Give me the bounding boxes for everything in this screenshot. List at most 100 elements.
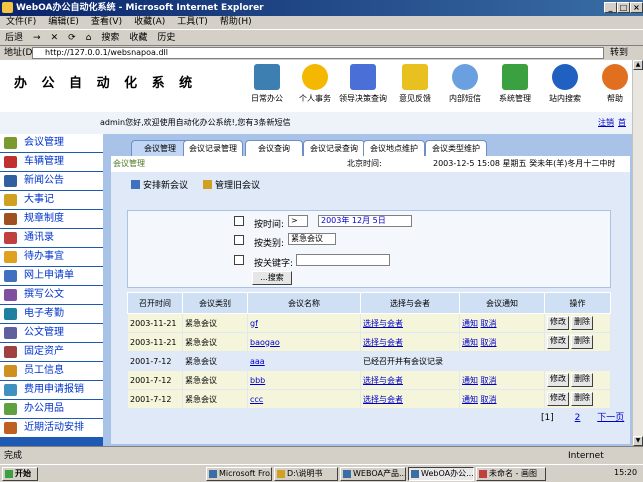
sidebar-item-activities[interactable]: 近期活动安排	[0, 419, 103, 437]
time-checkbox[interactable]	[234, 216, 244, 226]
task-explorer[interactable]: D:\说明书	[274, 467, 338, 481]
sidebar-item-expense[interactable]: 费用申请报销	[0, 381, 103, 399]
sidebar-item-events[interactable]: 大事记	[0, 191, 103, 209]
cancel-link[interactable]: 取消	[481, 376, 497, 385]
search-button[interactable]: ...搜索	[252, 271, 292, 285]
close-button[interactable]: ×	[630, 2, 643, 13]
manage-old-action[interactable]: 管理旧会议	[203, 178, 260, 191]
delete-button[interactable]: 删除	[571, 316, 593, 330]
refresh-button[interactable]: ⟳	[63, 30, 81, 46]
sidebar-item-doc-manage[interactable]: 公文管理	[0, 324, 103, 342]
notify-link[interactable]: 通知	[462, 319, 478, 328]
minimize-button[interactable]: _	[604, 2, 617, 13]
nav-daily-office[interactable]: 日常办公	[243, 64, 291, 104]
history-button[interactable]: 历史	[152, 30, 180, 46]
sidebar-item-meeting[interactable]: 会议管理	[0, 134, 103, 152]
menu-bar: 文件(F) 编辑(E) 查看(V) 收藏(A) 工具(T) 帮助(H)	[0, 16, 643, 29]
cell-name-link[interactable]: baogao	[247, 332, 361, 352]
scroll-down-icon[interactable]: ▼	[633, 436, 643, 446]
home-button[interactable]: ⌂	[81, 30, 97, 46]
sidebar-item-todo[interactable]: 待办事宜	[0, 248, 103, 266]
calendar-icon	[4, 422, 17, 434]
tab-type[interactable]: 会议类型维护	[425, 140, 487, 156]
cell-name-link[interactable]: bbb	[247, 370, 361, 390]
nav-leader-query[interactable]: 领导决策查询	[339, 64, 387, 104]
nav-messages[interactable]: 内部短信	[441, 64, 489, 104]
delete-button[interactable]: 删除	[571, 335, 593, 349]
person-icon	[302, 64, 328, 90]
select-attendees-link[interactable]: 选择与会者	[360, 370, 460, 390]
sidebar-item-rules[interactable]: 规章制度	[0, 210, 103, 228]
task-frontpage[interactable]: Microsoft Fro...	[206, 467, 272, 481]
notify-link[interactable]: 通知	[462, 376, 478, 385]
task-weboa-active[interactable]: WebOA办公...	[408, 467, 474, 481]
tab-location[interactable]: 会议地点维护	[363, 140, 425, 156]
nav-personal[interactable]: 个人事务	[291, 64, 339, 104]
edit-button[interactable]: 修改	[547, 373, 569, 387]
keyword-checkbox[interactable]	[234, 255, 244, 265]
task-paint[interactable]: 未命名 - 画图	[476, 467, 546, 481]
menu-file[interactable]: 文件(F)	[0, 16, 42, 29]
sidebar-item-attendance[interactable]: 电子考勤	[0, 305, 103, 323]
type-checkbox[interactable]	[234, 235, 244, 245]
menu-favorites[interactable]: 收藏(A)	[128, 16, 171, 29]
address-input[interactable]: http://127.0.0.1/websnapoa.dll	[32, 47, 604, 59]
sidebar-item-apply[interactable]: 网上申请单	[0, 267, 103, 285]
type-select[interactable]: 紧急会议	[288, 233, 336, 245]
menu-edit[interactable]: 编辑(E)	[42, 16, 85, 29]
delete-button[interactable]: 删除	[571, 392, 593, 406]
delete-button[interactable]: 删除	[571, 373, 593, 387]
date-picker[interactable]: 2003年 12月 5日	[318, 215, 412, 227]
cancel-link[interactable]: 取消	[481, 319, 497, 328]
notify-link[interactable]: 通知	[462, 395, 478, 404]
pager-page-2[interactable]: 2	[575, 413, 581, 423]
tab-record-query[interactable]: 会议记录查询	[303, 140, 365, 156]
sidebar-item-staff[interactable]: 员工信息	[0, 362, 103, 380]
sidebar-item-vehicle[interactable]: 车辆管理	[0, 153, 103, 171]
go-button[interactable]: 转到	[610, 46, 628, 60]
cancel-link[interactable]: 取消	[481, 338, 497, 347]
pager-next[interactable]: 下一页	[597, 413, 624, 423]
sidebar-item-contacts[interactable]: 通讯录	[0, 229, 103, 247]
favorites-button[interactable]: 收藏	[124, 30, 152, 46]
cell-name-link[interactable]: aaa	[247, 351, 361, 371]
task-weboa-product[interactable]: WEBOA产品...	[340, 467, 406, 481]
nav-feedback[interactable]: 意见反馈	[391, 64, 439, 104]
notify-link[interactable]: 通知	[462, 338, 478, 347]
new-meeting-action[interactable]: 安排新会议	[131, 178, 188, 191]
cell-name-link[interactable]: gf	[247, 313, 361, 333]
edit-button[interactable]: 修改	[547, 335, 569, 349]
sidebar-item-assets[interactable]: 固定资产	[0, 343, 103, 361]
select-attendees-link[interactable]: 选择与会者	[360, 389, 460, 409]
keyword-input[interactable]	[296, 254, 390, 266]
stop-button[interactable]: ✕	[46, 30, 64, 46]
window-title: WebOA办公自动化系统 - Microsoft Internet Explor…	[16, 3, 264, 13]
sidebar-item-supplies[interactable]: 办公用品	[0, 400, 103, 418]
nav-system[interactable]: 系统管理	[491, 64, 539, 104]
cell-name-link[interactable]: ccc	[247, 389, 361, 409]
search-button[interactable]: 搜索	[96, 30, 124, 46]
back-button[interactable]: 后退	[0, 30, 28, 46]
start-button[interactable]: 开始	[2, 467, 38, 481]
select-attendees-link[interactable]: 选择与会者	[360, 332, 460, 352]
tab-meeting-records[interactable]: 会议记录管理	[183, 140, 243, 156]
scroll-up-icon[interactable]: ▲	[633, 60, 643, 70]
maximize-button[interactable]: □	[617, 2, 630, 13]
edit-button[interactable]: 修改	[547, 316, 569, 330]
vertical-scrollbar[interactable]: ▲ ▼	[632, 60, 643, 446]
time-operator-select[interactable]: >	[288, 215, 308, 227]
menu-help[interactable]: 帮助(H)	[214, 16, 258, 29]
forward-button[interactable]: →	[28, 30, 46, 46]
sidebar-item-write-doc[interactable]: 撰写公文	[0, 286, 103, 304]
menu-view[interactable]: 查看(V)	[85, 16, 128, 29]
select-attendees-link[interactable]: 选择与会者	[360, 313, 460, 333]
nav-help[interactable]: 帮助	[591, 64, 632, 104]
menu-tools[interactable]: 工具(T)	[171, 16, 214, 29]
edit-button[interactable]: 修改	[547, 392, 569, 406]
tab-meeting-manage[interactable]: 会议管理	[131, 140, 189, 156]
sidebar-item-news[interactable]: 新闻公告	[0, 172, 103, 190]
logout-link[interactable]: 注销	[598, 112, 614, 134]
cancel-link[interactable]: 取消	[481, 395, 497, 404]
nav-search[interactable]: 站内搜索	[541, 64, 589, 104]
tab-meeting-query[interactable]: 会议查询	[245, 140, 303, 156]
